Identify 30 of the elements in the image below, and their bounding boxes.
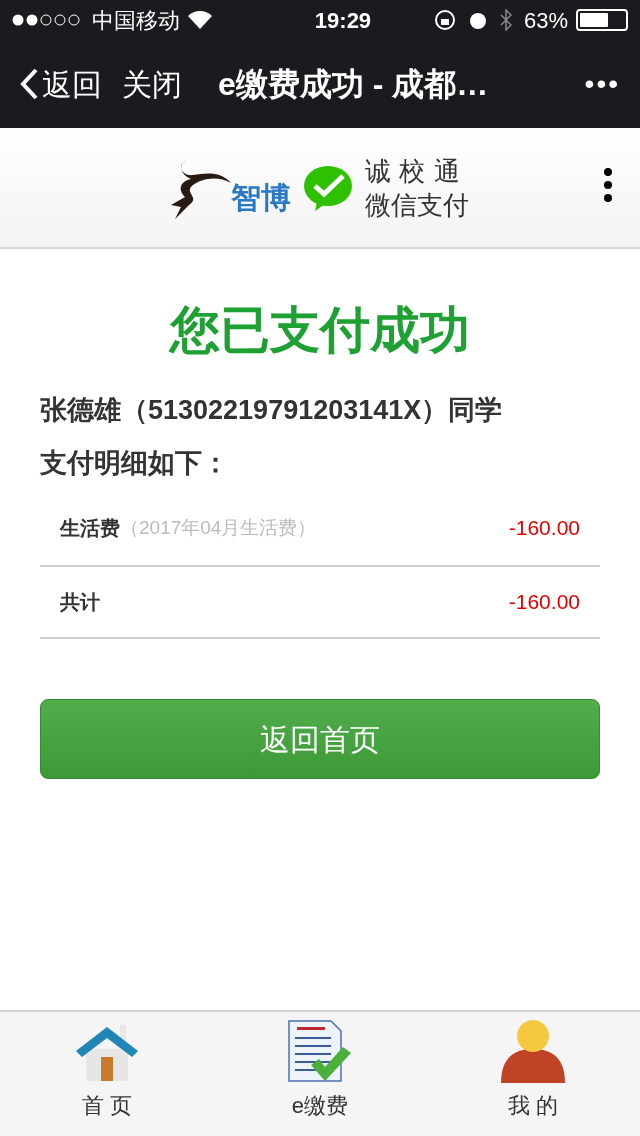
checked-document-icon	[287, 1019, 353, 1083]
item-amount: -160.00	[508, 515, 580, 542]
close-button[interactable]: 关闭	[122, 61, 182, 107]
more-button[interactable]: •••	[584, 63, 620, 105]
logo-text: 智博	[231, 182, 291, 213]
clock-time: 19:29	[313, 6, 373, 35]
item-amount: -160.00	[508, 589, 580, 616]
page-title: e缴费成功 - 成都…	[218, 65, 489, 104]
carrier-name: 中国移动	[92, 6, 180, 35]
success-title: 您已支付成功	[167, 301, 471, 360]
item-label: 生活费	[60, 516, 120, 541]
menu-button[interactable]	[604, 168, 612, 202]
tab-item[interactable]: 首 页	[0, 1012, 214, 1136]
wifi-icon	[188, 11, 212, 29]
item-label: 共计	[60, 590, 100, 615]
check-bubble-icon	[303, 163, 353, 212]
battery-percent: 63%	[523, 6, 568, 35]
person-icon	[501, 1019, 566, 1083]
bluetooth-icon	[499, 9, 512, 31]
battery-icon	[576, 9, 628, 31]
details-heading: 支付明细如下：	[40, 446, 230, 480]
back-button[interactable]: 返回	[20, 61, 102, 107]
chevron-left-icon	[20, 68, 38, 100]
slogan-line: 诚 校 通	[365, 154, 461, 188]
item-note: （2017年04月生活费）	[120, 515, 317, 540]
slogan-line: 微信支付	[365, 188, 469, 222]
tab-item[interactable]: e缴费	[213, 1012, 427, 1136]
student-info: 张德雄（51302219791203141X）同学	[40, 394, 504, 427]
tab-item[interactable]: 我 的	[426, 1012, 640, 1136]
rotation-lock-icon	[433, 9, 456, 31]
